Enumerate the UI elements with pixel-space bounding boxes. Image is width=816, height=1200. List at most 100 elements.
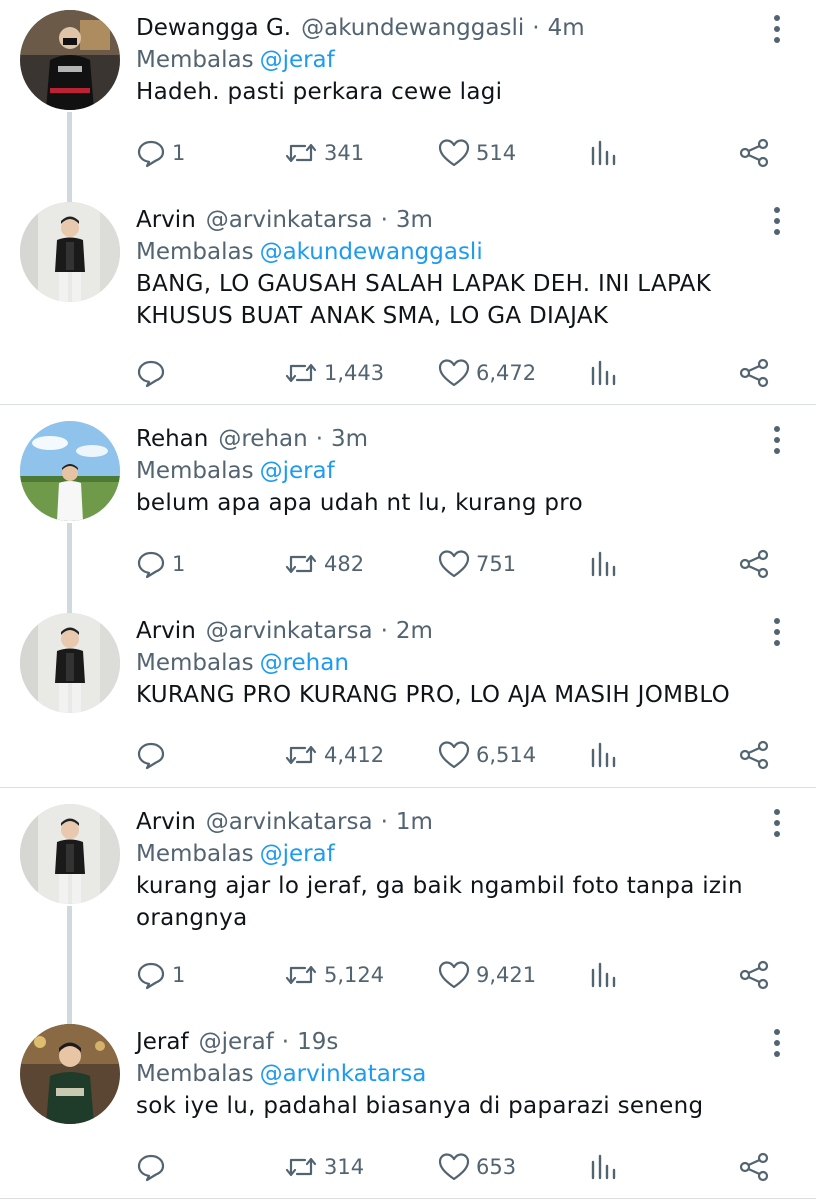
thread-divider: [0, 1198, 816, 1199]
views-button[interactable]: [590, 955, 616, 995]
share-button[interactable]: [738, 353, 770, 393]
more-vertical-icon[interactable]: [766, 14, 788, 44]
reply-button[interactable]: 1: [136, 955, 185, 995]
separator-dot: ·: [380, 618, 388, 644]
reply-button[interactable]: [136, 1147, 172, 1187]
views-button[interactable]: [590, 544, 616, 584]
tweet-actions: 1 5,124 9,421: [0, 955, 816, 995]
views-button[interactable]: [590, 353, 616, 393]
display-name[interactable]: Rehan: [136, 423, 208, 455]
like-button[interactable]: 751: [438, 544, 516, 584]
tweet-text: belum apa apa udah nt lu, kurang pro: [136, 487, 776, 519]
tweet-text-line: KHUSUS BUAT ANAK SMA, LO GA DIAJAK: [136, 303, 609, 329]
reply-bubble-icon: [137, 1154, 165, 1182]
timestamp[interactable]: 3m: [331, 423, 368, 455]
replying-to: Membalas @jeraf: [136, 45, 335, 75]
display-name[interactable]: Dewangga G.: [136, 12, 291, 44]
retweet-button[interactable]: 5,124: [284, 955, 384, 995]
tweet-text-line: KURANG PRO KURANG PRO, LO AJA MASIH JOMB…: [136, 682, 731, 708]
timestamp[interactable]: 3m: [396, 204, 433, 236]
replying-to-mention[interactable]: @jeraf: [260, 47, 335, 73]
views-bar-icon: [591, 140, 616, 166]
reply-count: 1: [172, 963, 186, 987]
display-name[interactable]: Arvin: [136, 204, 196, 236]
views-button[interactable]: [590, 1147, 616, 1187]
retweet-button[interactable]: 1,443: [284, 353, 384, 393]
display-name[interactable]: Arvin: [136, 806, 196, 838]
replying-to-mention[interactable]: @rehan: [260, 650, 349, 676]
user-handle[interactable]: @arvinkatarsa: [206, 204, 373, 236]
replying-to-label: Membalas: [136, 650, 254, 676]
avatar[interactable]: [20, 421, 120, 521]
tweet[interactable]: Arvin @arvinkatarsa · 3m Membalas @akunde…: [0, 192, 816, 388]
share-button[interactable]: [738, 133, 770, 173]
reply-button[interactable]: 1: [136, 544, 185, 584]
tweet-text-line: BANG, LO GAUSAH SALAH LAPAK DEH. INI LAP…: [136, 271, 712, 297]
replying-to-mention[interactable]: @jeraf: [260, 458, 335, 484]
tweet-actions: 4,412 6,514: [0, 735, 816, 775]
replying-to-mention[interactable]: @jeraf: [260, 841, 335, 867]
user-handle[interactable]: @akundewanggasli: [301, 12, 524, 44]
heart-icon: [438, 961, 470, 989]
timestamp[interactable]: 4m: [548, 12, 585, 44]
retweet-icon: [285, 965, 317, 985]
reply-button[interactable]: 1: [136, 133, 185, 173]
like-count: 9,421: [476, 963, 537, 987]
timestamp[interactable]: 1m: [396, 806, 433, 838]
share-button[interactable]: [738, 1147, 770, 1187]
replying-to-label: Membalas: [136, 841, 254, 867]
share-button[interactable]: [738, 544, 770, 584]
display-name[interactable]: Arvin: [136, 615, 196, 647]
share-button[interactable]: [738, 735, 770, 775]
views-button[interactable]: [590, 133, 616, 173]
display-name[interactable]: Jeraf: [136, 1026, 189, 1058]
share-button[interactable]: [738, 955, 770, 995]
more-vertical-icon[interactable]: [766, 425, 788, 455]
more-vertical-icon[interactable]: [766, 1028, 788, 1058]
avatar[interactable]: [20, 10, 120, 110]
avatar[interactable]: [20, 613, 120, 713]
more-vertical-icon[interactable]: [766, 808, 788, 838]
tweet-text: kurang ajar lo jeraf, ga baik ngambil fo…: [136, 870, 776, 934]
user-handle[interactable]: @arvinkatarsa: [206, 615, 373, 647]
tweet-header: Arvin @arvinkatarsa · 3m: [136, 204, 433, 236]
more-vertical-icon[interactable]: [766, 617, 788, 647]
tweet-text-line: kurang ajar lo jeraf, ga baik ngambil fo…: [136, 873, 743, 899]
like-button[interactable]: 514: [438, 133, 516, 173]
views-button[interactable]: [590, 735, 616, 775]
avatar[interactable]: [20, 1024, 120, 1124]
avatar[interactable]: [20, 202, 120, 302]
timestamp[interactable]: 19s: [297, 1026, 338, 1058]
heart-icon: [438, 1153, 470, 1181]
views-bar-icon: [591, 360, 616, 386]
like-button[interactable]: 653: [438, 1147, 516, 1187]
reply-button[interactable]: [136, 353, 172, 393]
retweet-count: 4,412: [324, 743, 385, 767]
separator-dot: ·: [532, 15, 540, 41]
reply-bubble-icon: [137, 140, 165, 168]
user-handle[interactable]: @arvinkatarsa: [206, 806, 373, 838]
tweet-actions: 1,443 6,472: [0, 353, 816, 393]
tweet[interactable]: Arvin @arvinkatarsa · 2m Membalas @rehan …: [0, 603, 816, 793]
replying-to-mention[interactable]: @arvinkatarsa: [260, 1061, 427, 1087]
like-button[interactable]: 9,421: [438, 955, 536, 995]
replying-to-mention[interactable]: @akundewanggasli: [260, 239, 483, 265]
retweet-button[interactable]: 482: [284, 544, 364, 584]
like-button[interactable]: 6,514: [438, 735, 536, 775]
retweet-count: 5,124: [324, 963, 385, 987]
tweet-actions: 1 341 514: [0, 133, 816, 173]
timestamp[interactable]: 2m: [396, 615, 433, 647]
retweet-button[interactable]: 4,412: [284, 735, 384, 775]
retweet-button[interactable]: 341: [284, 133, 364, 173]
tweet[interactable]: Dewangga G. @akundewanggasli · 4m Membal…: [0, 0, 816, 190]
tweet[interactable]: Jeraf @jeraf · 19s Membalas @arvinkatarsa…: [0, 1014, 816, 1200]
tweet[interactable]: Rehan @rehan · 3m Membalas @jeraf belum a…: [0, 411, 816, 601]
reply-button[interactable]: [136, 735, 172, 775]
tweet[interactable]: Arvin @arvinkatarsa · 1m Membalas @jeraf …: [0, 794, 816, 990]
user-handle[interactable]: @rehan: [218, 423, 307, 455]
more-vertical-icon[interactable]: [766, 206, 788, 236]
avatar[interactable]: [20, 804, 120, 904]
like-button[interactable]: 6,472: [438, 353, 536, 393]
user-handle[interactable]: @jeraf: [199, 1026, 274, 1058]
retweet-button[interactable]: 314: [284, 1147, 364, 1187]
